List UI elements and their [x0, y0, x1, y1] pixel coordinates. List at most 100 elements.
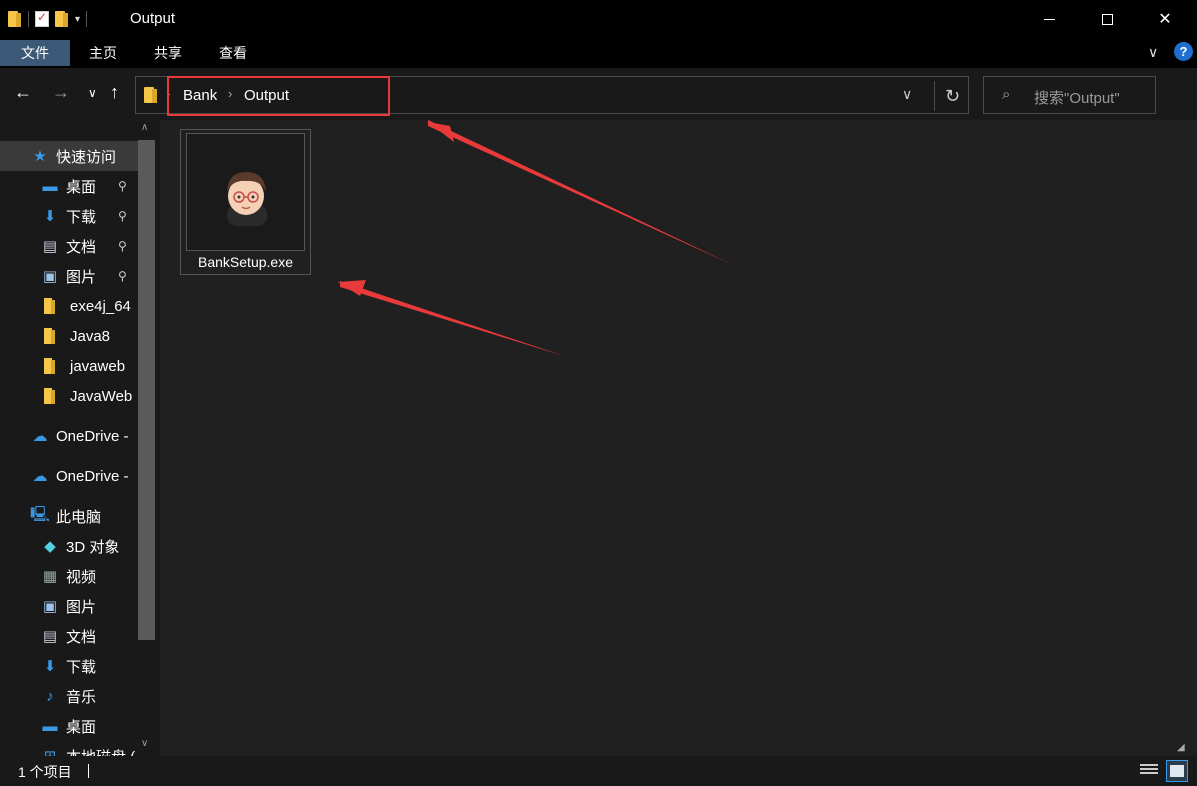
sidebar-item-label: exe4j_64	[70, 297, 131, 315]
desktop-icon: ▬	[42, 717, 58, 735]
status-divider	[88, 764, 89, 778]
quick-access-toolbar: ▾	[8, 8, 88, 30]
sidebar-item-label: OneDrive -	[56, 467, 129, 485]
videos-icon: ▦	[42, 568, 58, 585]
large-icons-view-button[interactable]	[1166, 760, 1188, 782]
breadcrumb-highlight-annotation	[167, 76, 390, 116]
minimize-button[interactable]	[1020, 0, 1078, 38]
sidebar-item-documents-pc[interactable]: ▤ 文档	[0, 621, 138, 651]
sidebar-item-desktop[interactable]: ▬ 桌面 ⚲	[0, 171, 138, 201]
sidebar-item-label: 视频	[66, 568, 97, 586]
qat-customize-icon[interactable]: ▾	[75, 14, 80, 25]
forward-button[interactable]: →	[52, 82, 70, 103]
tab-home[interactable]: 主页	[75, 40, 131, 66]
status-bar: 1 个项目	[0, 756, 1197, 786]
sidebar-item-onedrive-2[interactable]: ☁ OneDrive -	[0, 461, 138, 491]
tab-share[interactable]: 共享	[140, 40, 196, 66]
download-icon: ⬇	[43, 208, 57, 225]
sidebar-item-downloads-pc[interactable]: ⬇ 下载	[0, 651, 138, 681]
sidebar-item-exe4j[interactable]: exe4j_64	[0, 291, 138, 321]
sidebar-item-label: 音乐	[66, 688, 97, 706]
sidebar-item-label: 下载	[66, 658, 97, 676]
back-button[interactable]: ←	[14, 82, 32, 103]
maximize-icon	[1101, 13, 1113, 25]
sidebar-item-music[interactable]: ♪ 音乐	[0, 681, 138, 711]
details-view-button[interactable]	[1140, 764, 1158, 778]
sidebar-item-label: 桌面	[66, 178, 97, 196]
sidebar-item-pictures-pc[interactable]: ▣ 图片	[0, 591, 138, 621]
ribbon-tabs: 文件 主页 共享 查看 ∨ ?	[0, 38, 1197, 68]
scroll-down-icon[interactable]: ∨	[141, 738, 148, 749]
sidebar-item-label: javaweb	[70, 357, 126, 375]
sidebar-item-documents[interactable]: ▤ 文档 ⚲	[0, 231, 138, 261]
new-folder-icon[interactable]	[55, 11, 69, 27]
pin-icon[interactable]: ⚲	[118, 209, 127, 223]
sidebar-item-javaweb[interactable]: javaweb	[0, 351, 138, 381]
refresh-button[interactable]: ↻	[934, 81, 970, 111]
pin-icon[interactable]: ⚲	[118, 239, 127, 253]
title-bar: ▾ Output ✕	[0, 0, 1197, 38]
recent-locations-icon[interactable]: ∨	[88, 86, 97, 100]
sidebar-item-label: 此电脑	[56, 508, 102, 526]
scrollbar-thumb[interactable]	[138, 140, 155, 640]
folder-icon	[44, 358, 56, 374]
search-input[interactable]: ⌕ 搜索"Output"	[983, 76, 1156, 114]
sidebar-item-local-disk[interactable]: ⊞ 本地磁盘 (	[0, 741, 138, 756]
sidebar-item-label: 下载	[66, 208, 97, 226]
annotation-arrows	[338, 120, 733, 357]
maximize-button[interactable]	[1078, 0, 1136, 38]
sidebar-item-label: 文档	[66, 628, 97, 646]
folder-icon	[8, 11, 22, 27]
sidebar-item-3d-objects[interactable]: ◆ 3D 对象	[0, 531, 138, 561]
sidebar-item-downloads[interactable]: ⬇ 下载 ⚲	[0, 201, 138, 231]
sidebar-item-label: 图片	[66, 268, 97, 286]
sidebar-item-label: Java8	[70, 327, 111, 345]
sidebar-item-java8[interactable]: Java8	[0, 321, 138, 351]
status-item-count: 1 个项目	[18, 764, 72, 780]
sidebar-item-label: 快速访问	[56, 148, 117, 166]
sidebar-scrollbar[interactable]: ∧ ∨	[138, 120, 160, 756]
minimize-icon	[1043, 18, 1055, 20]
cloud-icon: ☁	[32, 428, 48, 445]
cloud-icon: ☁	[32, 468, 48, 485]
download-icon: ⬇	[43, 658, 57, 675]
music-icon: ♪	[46, 687, 54, 705]
annotation-arrow-file	[340, 281, 567, 357]
search-placeholder: 搜索"Output"	[1034, 90, 1120, 107]
computer-icon: 🖳	[30, 505, 51, 523]
pin-icon[interactable]: ⚲	[118, 179, 127, 193]
sidebar-item-javaweb-2[interactable]: JavaWeb	[0, 381, 138, 411]
pictures-icon: ▣	[42, 598, 58, 615]
folder-icon	[44, 388, 56, 404]
document-icon: ▤	[42, 238, 58, 255]
properties-icon[interactable]	[35, 10, 49, 27]
pin-icon[interactable]: ⚲	[118, 269, 127, 283]
tab-view[interactable]: 查看	[205, 40, 261, 66]
navigation-pane: ★ 快速访问 ▬ 桌面 ⚲ ⬇ 下载 ⚲ ▤ 文档 ⚲ ▣ 图片 ⚲ exe4j…	[0, 120, 160, 756]
sidebar-item-pictures[interactable]: ▣ 图片 ⚲	[0, 261, 138, 291]
sidebar-item-label: 桌面	[66, 718, 97, 736]
sidebar-item-videos[interactable]: ▦ 视频	[0, 561, 138, 591]
document-icon: ▤	[42, 628, 58, 645]
star-icon: ★	[33, 148, 47, 165]
sidebar-item-label: 图片	[66, 598, 97, 616]
tab-file[interactable]: 文件	[0, 40, 70, 66]
resize-grip-icon[interactable]: ◢	[1177, 742, 1185, 753]
close-button[interactable]: ✕	[1136, 0, 1194, 38]
up-button[interactable]: ↑	[110, 82, 119, 103]
ribbon-expand-icon[interactable]: ∨	[1148, 44, 1158, 61]
sidebar-item-this-pc[interactable]: 🖳 此电脑	[0, 501, 138, 531]
sidebar-item-desktop-pc[interactable]: ▬ 桌面	[0, 711, 138, 741]
file-list-pane[interactable]: BankSetup.exe	[160, 120, 1197, 756]
qat-divider	[28, 11, 29, 27]
sidebar-item-onedrive-1[interactable]: ☁ OneDrive -	[0, 421, 138, 451]
close-icon: ✕	[1158, 11, 1172, 28]
folder-icon	[44, 328, 56, 344]
search-icon: ⌕	[1002, 86, 1011, 103]
address-dropdown-icon[interactable]: ∨	[902, 86, 912, 103]
sidebar-item-label: JavaWeb	[70, 387, 133, 405]
window-title: Output	[130, 10, 176, 27]
help-icon[interactable]: ?	[1174, 42, 1193, 61]
scroll-up-icon[interactable]: ∧	[141, 122, 148, 133]
sidebar-item-quick-access[interactable]: ★ 快速访问	[0, 141, 138, 171]
